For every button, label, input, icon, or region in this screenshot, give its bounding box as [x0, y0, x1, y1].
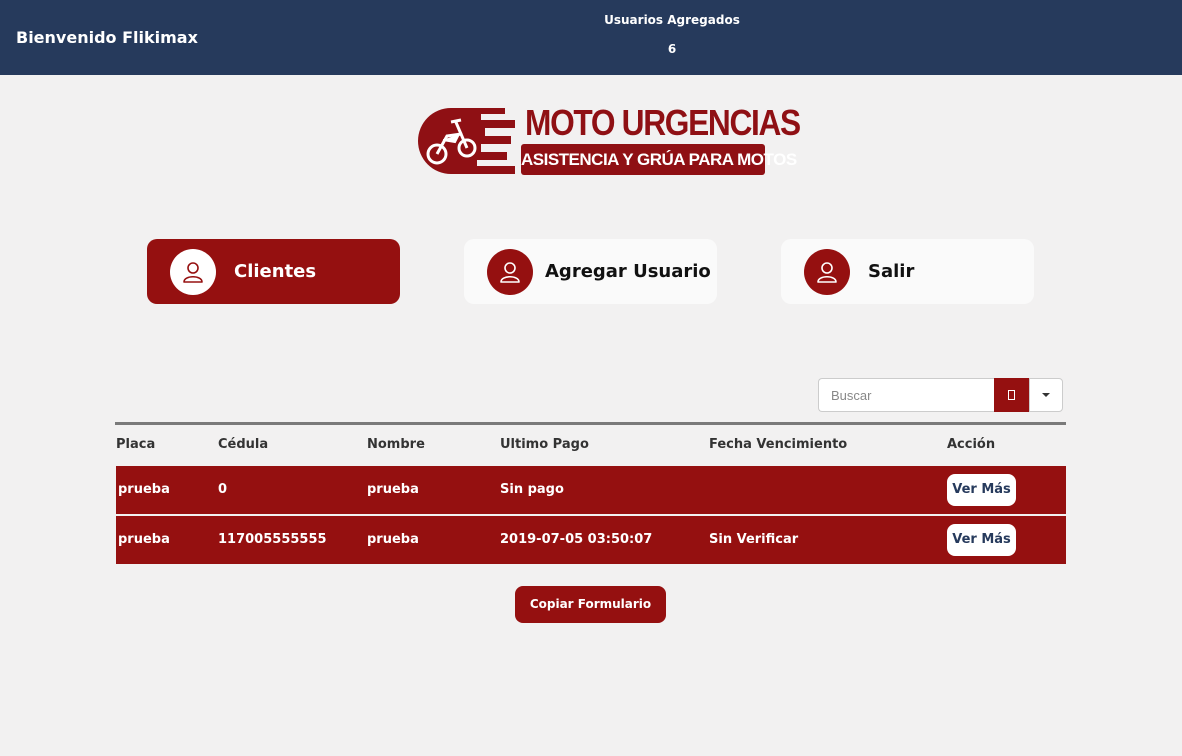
nav-salir-button[interactable]: Salir [781, 239, 1034, 304]
caret-down-icon [1042, 393, 1050, 397]
search-group [818, 378, 1063, 412]
motorcycle-logo-icon [418, 108, 515, 174]
search-button[interactable] [994, 378, 1029, 412]
nav-clientes-button[interactable]: Clientes [147, 239, 400, 304]
logo-subtitle: ASISTENCIA Y GRÚA PARA MOTOS [521, 144, 797, 175]
cell-nombre: prueba [367, 482, 419, 497]
column-header-fecha-vencimiento[interactable]: Fecha Vencimiento [709, 437, 847, 452]
column-header-accion[interactable]: Acción [947, 437, 995, 452]
cell-cedula: 0 [218, 482, 228, 497]
column-header-cedula[interactable]: Cédula [218, 437, 268, 452]
top-bar: Bienvenido Flikimax Usuarios Agregados 6 [0, 0, 1182, 75]
cell-ultimo-pago: 2019-07-05 03:50:07 [500, 532, 653, 547]
logo-title: MOTO URGENCIAS [525, 102, 801, 143]
users-added-counter: Usuarios Agregados 6 [572, 13, 772, 56]
nav-agregar-usuario-label: Agregar Usuario [545, 261, 711, 282]
cell-nombre: prueba [367, 532, 419, 547]
table-row: prueba 0 prueba Sin pago Ver Más [116, 466, 1066, 514]
copiar-formulario-button[interactable]: Copiar Formulario [515, 586, 666, 623]
table-header-rule [115, 422, 1066, 425]
cell-fecha-vencimiento: Sin Verificar [709, 532, 799, 547]
nav-clientes-label: Clientes [234, 261, 317, 282]
brand-logo: MOTO URGENCIAS ASISTENCIA Y GRÚA PARA MO… [415, 100, 801, 178]
column-header-placa[interactable]: Placa [116, 437, 155, 452]
cell-cedula: 117005555555 [218, 532, 327, 547]
search-glyph-icon [1008, 390, 1015, 400]
users-added-label: Usuarios Agregados [604, 13, 740, 27]
nav-clientes-icon-circle [170, 249, 216, 295]
nav-salir-icon-circle [804, 249, 850, 295]
column-header-ultimo-pago[interactable]: Ultimo Pago [500, 437, 589, 452]
cell-ultimo-pago: Sin pago [500, 482, 564, 497]
user-icon [500, 262, 520, 283]
ver-mas-button[interactable]: Ver Más [947, 474, 1016, 506]
user-icon [817, 262, 837, 283]
nav-agregar-usuario-button[interactable]: Agregar Usuario [464, 239, 717, 304]
cell-placa: prueba [118, 532, 170, 547]
ver-mas-button[interactable]: Ver Más [947, 524, 1016, 556]
cell-placa: prueba [118, 482, 170, 497]
welcome-text: Bienvenido Flikimax [16, 28, 198, 47]
users-added-count: 6 [667, 42, 677, 56]
user-icon [183, 262, 203, 283]
search-input[interactable] [818, 378, 994, 412]
column-header-nombre[interactable]: Nombre [367, 437, 425, 452]
nav-salir-label: Salir [868, 261, 915, 282]
table-row: prueba 117005555555 prueba 2019-07-05 03… [116, 516, 1066, 564]
nav-agregar-usuario-icon-circle [487, 249, 533, 295]
search-options-dropdown[interactable] [1029, 378, 1063, 412]
